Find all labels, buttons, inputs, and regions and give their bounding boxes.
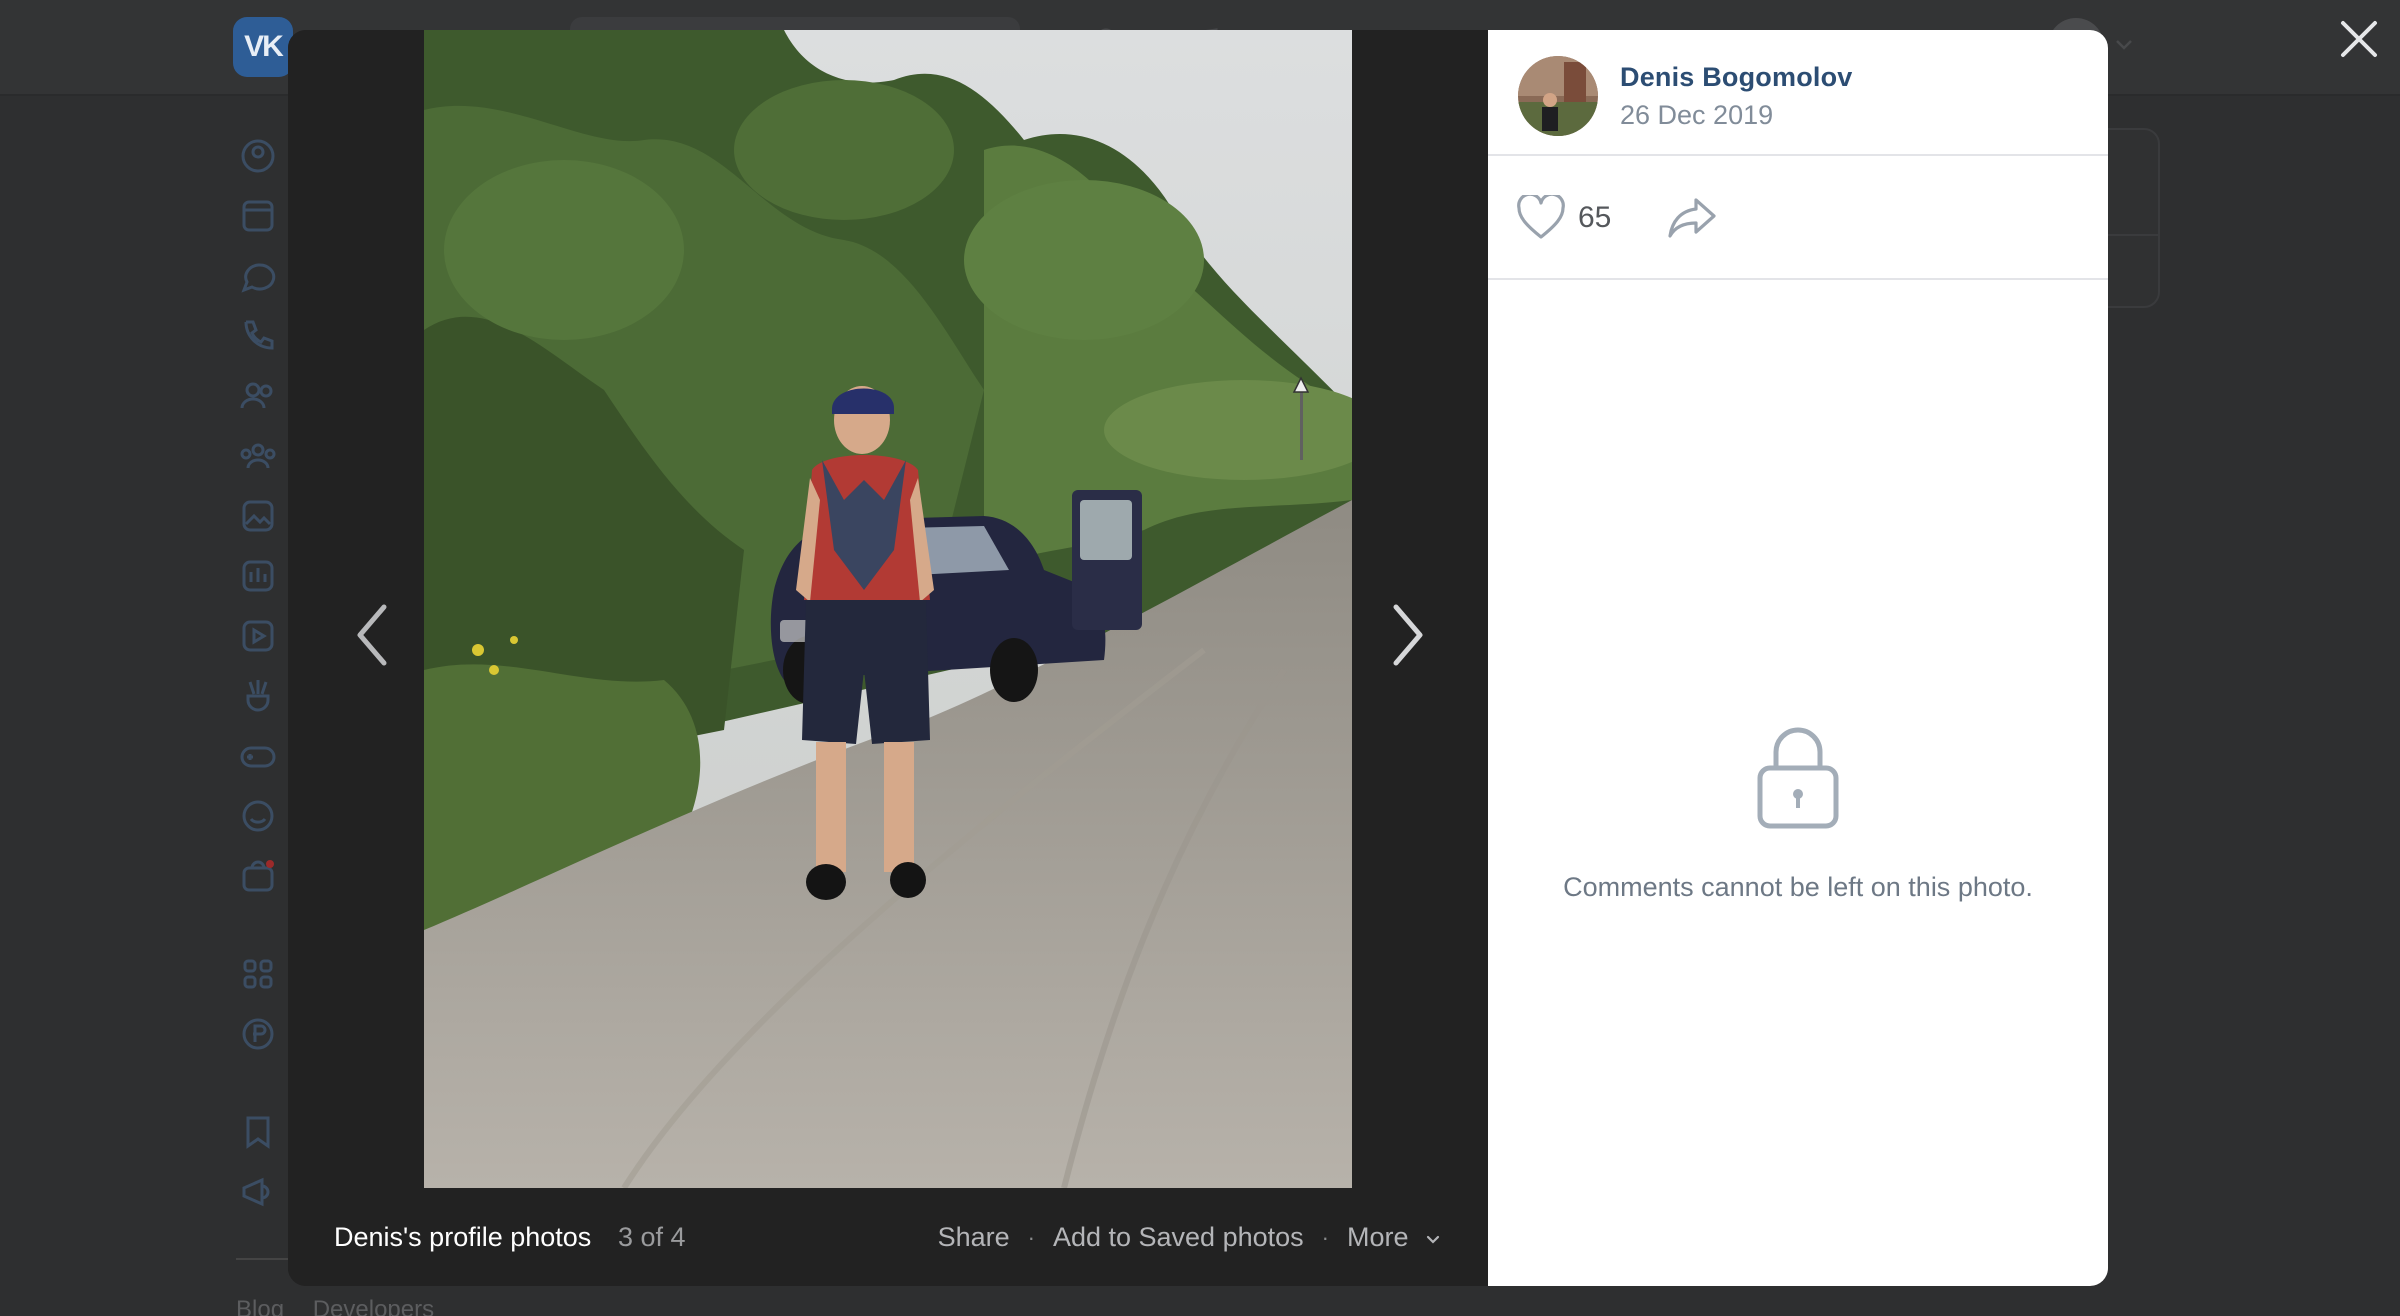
- footer-link-blog: Blog: [236, 1296, 285, 1316]
- more-label: More: [1346, 1222, 1409, 1252]
- messages-icon: [241, 263, 276, 293]
- background-footer: Blog Developers: [236, 1296, 456, 1316]
- clips-icon: [246, 680, 270, 712]
- share-button[interactable]: [1664, 190, 1720, 246]
- market-icon: [242, 860, 274, 892]
- share-action[interactable]: Share: [938, 1222, 1010, 1253]
- heart-icon: [1517, 195, 1565, 239]
- avatar-photo-icon: [1518, 56, 1598, 136]
- photo-date[interactable]: 26 Dec 2019: [1620, 100, 1773, 131]
- like-button[interactable]: 65: [1516, 190, 1611, 246]
- vk-pay-icon: [242, 1018, 274, 1050]
- music-sidebar-icon: [242, 560, 274, 592]
- chevron-down-icon: [2116, 40, 2132, 50]
- photo-viewer: Denis's profile photos 3 of 4 Share · Ad…: [288, 30, 2108, 1286]
- more-menu-button[interactable]: More: [1347, 1222, 1442, 1253]
- footer-link-developers: Developers: [312, 1296, 435, 1316]
- separator-dot: ·: [1027, 1224, 1035, 1250]
- chevron-right-icon: [1393, 604, 1423, 666]
- like-count: 65: [1578, 201, 1612, 234]
- communities-icon: [240, 443, 276, 469]
- photo-counter: 3 of 4: [618, 1222, 686, 1252]
- profile-icon: [241, 139, 275, 173]
- photo-pane: Denis's profile photos 3 of 4 Share · Ad…: [288, 30, 1488, 1286]
- previous-photo-button[interactable]: [342, 570, 402, 700]
- games-icon: [240, 746, 276, 768]
- comments-area: Comments cannot be left on this photo.: [1488, 280, 2108, 1286]
- share-arrow-icon: [1668, 198, 1716, 238]
- separator-dot: ·: [1321, 1224, 1329, 1250]
- photo-image[interactable]: [424, 30, 1352, 1188]
- reactions-row: 65: [1488, 156, 2108, 280]
- photo-actions: Share · Add to Saved photos · More: [938, 1222, 1442, 1253]
- chevron-left-icon: [357, 604, 387, 666]
- news-icon: [242, 200, 274, 232]
- photo-info-panel: Denis Bogomolov 26 Dec 2019 65 Comments …: [1488, 30, 2108, 1286]
- photo-man-on-dirt-road-with-car-icon: [424, 30, 1352, 1188]
- lock-icon: [1757, 727, 1839, 829]
- chevron-down-icon: [1426, 1235, 1440, 1244]
- stickers-icon: [242, 800, 274, 832]
- author-name-link[interactable]: Denis Bogomolov: [1620, 62, 1853, 93]
- add-to-saved-action[interactable]: Add to Saved photos: [1053, 1222, 1304, 1253]
- author-avatar[interactable]: [1518, 56, 1598, 136]
- friends-icon: [240, 382, 273, 409]
- photo-bottom-bar: Denis's profile photos 3 of 4 Share · Ad…: [288, 1188, 1488, 1286]
- photos-icon: [242, 500, 274, 532]
- next-photo-button[interactable]: [1378, 570, 1438, 700]
- video-icon: [242, 620, 274, 652]
- author-row: Denis Bogomolov 26 Dec 2019: [1488, 30, 2108, 156]
- close-viewer-button[interactable]: [2336, 16, 2382, 62]
- close-icon: [2341, 21, 2377, 57]
- comments-disabled-message: Comments cannot be left on this photo.: [1563, 872, 2033, 902]
- services-icon: [243, 959, 273, 989]
- ads-icon: [242, 1177, 270, 1207]
- background-sidebar: [236, 0, 286, 1316]
- calls-icon: [244, 320, 274, 350]
- album-title-link[interactable]: Denis's profile photos: [334, 1222, 591, 1253]
- bookmarks-icon: [246, 1116, 270, 1149]
- background-footer-divider: [236, 1258, 296, 1260]
